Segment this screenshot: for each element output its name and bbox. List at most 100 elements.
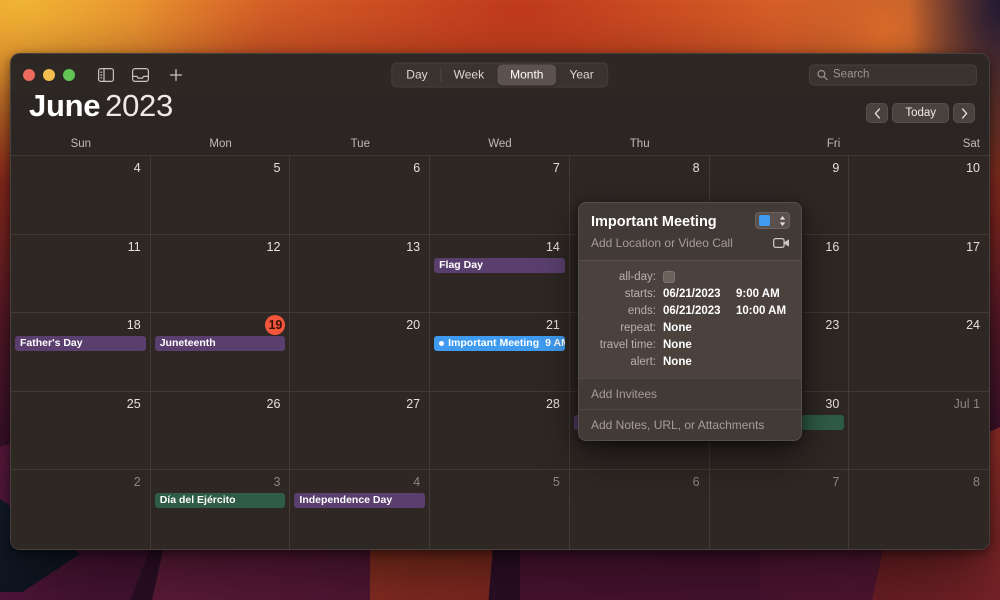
day-cell[interactable]: 17: [849, 235, 989, 314]
day-cell[interactable]: 21 Important Meeting 9 AM: [430, 313, 570, 392]
event-chip[interactable]: Father's Day: [15, 336, 146, 352]
calendar-color-picker[interactable]: [755, 212, 790, 229]
inbox-icon[interactable]: [131, 65, 150, 84]
event-title-label: Independence Day: [299, 494, 393, 507]
event-time-label: 9 AM: [545, 337, 565, 350]
day-cell[interactable]: 20: [290, 313, 431, 392]
day-cell[interactable]: 14 Flag Day: [430, 234, 570, 314]
day-number: Jul 1: [953, 396, 980, 411]
video-camera-icon[interactable]: [773, 236, 790, 254]
field-time-value[interactable]: 9:00 AM: [736, 288, 780, 300]
day-cell[interactable]: 7: [430, 156, 570, 235]
day-number: 8: [692, 161, 700, 175]
field-date-value[interactable]: 06/21/2023: [663, 305, 728, 317]
add-icon[interactable]: [166, 65, 185, 84]
day-number: 14: [545, 239, 560, 254]
add-notes-row[interactable]: Add Notes, URL, or Attachments: [579, 409, 801, 440]
day-number: 26: [266, 396, 281, 411]
event-chip[interactable]: Independence Day: [294, 493, 426, 509]
chevron-updown-icon: [779, 215, 786, 226]
day-cell[interactable]: 26: [150, 391, 291, 471]
day-cell[interactable]: 4 Independence Day: [290, 470, 431, 549]
field-row: starts: 06/21/2023 9:00 AM: [579, 285, 801, 302]
day-number: 9: [832, 161, 840, 175]
chevron-right-icon: [961, 107, 967, 119]
tab-month[interactable]: Month: [497, 64, 557, 85]
day-cell[interactable]: 13: [290, 234, 431, 314]
previous-month-button[interactable]: [866, 103, 889, 123]
day-number: 11: [127, 239, 141, 254]
day-cell[interactable]: 5: [430, 470, 570, 549]
field-label: starts:: [624, 287, 656, 300]
day-cell[interactable]: 28: [430, 391, 570, 471]
add-invitees-row[interactable]: Add Invitees: [579, 378, 801, 409]
event-chip-selected[interactable]: Important Meeting 9 AM: [434, 336, 565, 352]
day-cell[interactable]: Jul 1: [849, 392, 989, 471]
field-label: repeat:: [620, 321, 656, 334]
field-date-value[interactable]: 06/21/2023: [663, 288, 728, 300]
month-grid: 4567891011121314Flag Day15161718Father's…: [11, 156, 989, 549]
day-cell[interactable]: 25: [11, 391, 151, 471]
day-cell[interactable]: 2: [11, 470, 151, 549]
next-month-button[interactable]: [953, 103, 975, 123]
zoom-button[interactable]: [63, 68, 75, 81]
close-button[interactable]: [23, 68, 35, 81]
tab-year[interactable]: Year: [556, 64, 606, 85]
day-number: 19: [151, 315, 290, 336]
day-cell[interactable]: 27: [290, 391, 431, 471]
weekday-label-mon: Mon: [209, 138, 232, 150]
traffic-lights: [23, 68, 75, 81]
minimize-button[interactable]: [43, 68, 55, 81]
day-cell[interactable]: 3 Día del Ejército: [151, 470, 291, 549]
day-number: 4: [413, 475, 421, 490]
day-number: 28: [545, 396, 560, 411]
day-cell[interactable]: 5: [150, 156, 291, 235]
event-popover: Important Meeting Add Location or Video …: [578, 202, 802, 441]
day-cell[interactable]: 19 Juneteenth: [150, 313, 291, 392]
tab-day[interactable]: Day: [393, 64, 440, 85]
day-number: 5: [273, 161, 281, 175]
day-cell[interactable]: 18 Father's Day: [11, 313, 151, 392]
day-number: 5: [552, 475, 560, 490]
view-switcher[interactable]: Day Week Month Year: [391, 62, 609, 87]
weekday-label-sun: Sun: [70, 138, 92, 150]
field-value[interactable]: None: [663, 322, 692, 334]
day-number: 17: [966, 239, 980, 254]
day-cell[interactable]: 10: [849, 156, 989, 235]
date-navigation: Today: [866, 103, 975, 123]
calendar-color-swatch: [759, 215, 770, 226]
field-time-value[interactable]: 10:00 AM: [736, 305, 786, 317]
field-value[interactable]: None: [663, 356, 692, 368]
day-cell[interactable]: 6: [290, 156, 431, 235]
day-cell[interactable]: 6: [570, 470, 710, 549]
year-label: 2023: [105, 88, 173, 123]
sidebar-toggle-icon[interactable]: [96, 65, 115, 84]
calendar-window: Day Week Month Year Search June 2023 Tod…: [10, 53, 990, 550]
day-number: 4: [133, 161, 141, 175]
toolbar-icons: [96, 65, 185, 84]
month-label: June: [29, 88, 101, 123]
day-cell[interactable]: 7: [710, 470, 850, 549]
day-cell[interactable]: 24: [849, 313, 989, 392]
field-value[interactable]: None: [663, 339, 692, 351]
search-placeholder: Search: [833, 68, 870, 81]
day-cell[interactable]: 4: [11, 156, 151, 235]
event-title-label: Flag Day: [439, 258, 483, 271]
today-badge: 19: [265, 315, 286, 336]
all-day-checkbox[interactable]: [663, 270, 675, 283]
search-field[interactable]: Search: [809, 64, 977, 85]
day-number: 6: [692, 475, 700, 490]
day-number: 12: [266, 239, 281, 254]
event-chip[interactable]: Juneteenth: [154, 336, 286, 352]
event-chip[interactable]: Día del Ejército: [154, 493, 286, 509]
today-button[interactable]: Today: [892, 103, 949, 123]
day-cell[interactable]: 12: [150, 234, 291, 314]
event-dot-icon: [439, 341, 445, 347]
field-label: travel time:: [599, 338, 656, 351]
day-cell[interactable]: 8: [849, 470, 989, 549]
day-cell[interactable]: 11: [11, 234, 151, 314]
event-chip[interactable]: Flag Day: [434, 257, 565, 273]
event-location-placeholder[interactable]: Add Location or Video Call: [591, 235, 789, 251]
tab-week[interactable]: Week: [440, 64, 497, 85]
chevron-left-icon: [874, 107, 880, 119]
